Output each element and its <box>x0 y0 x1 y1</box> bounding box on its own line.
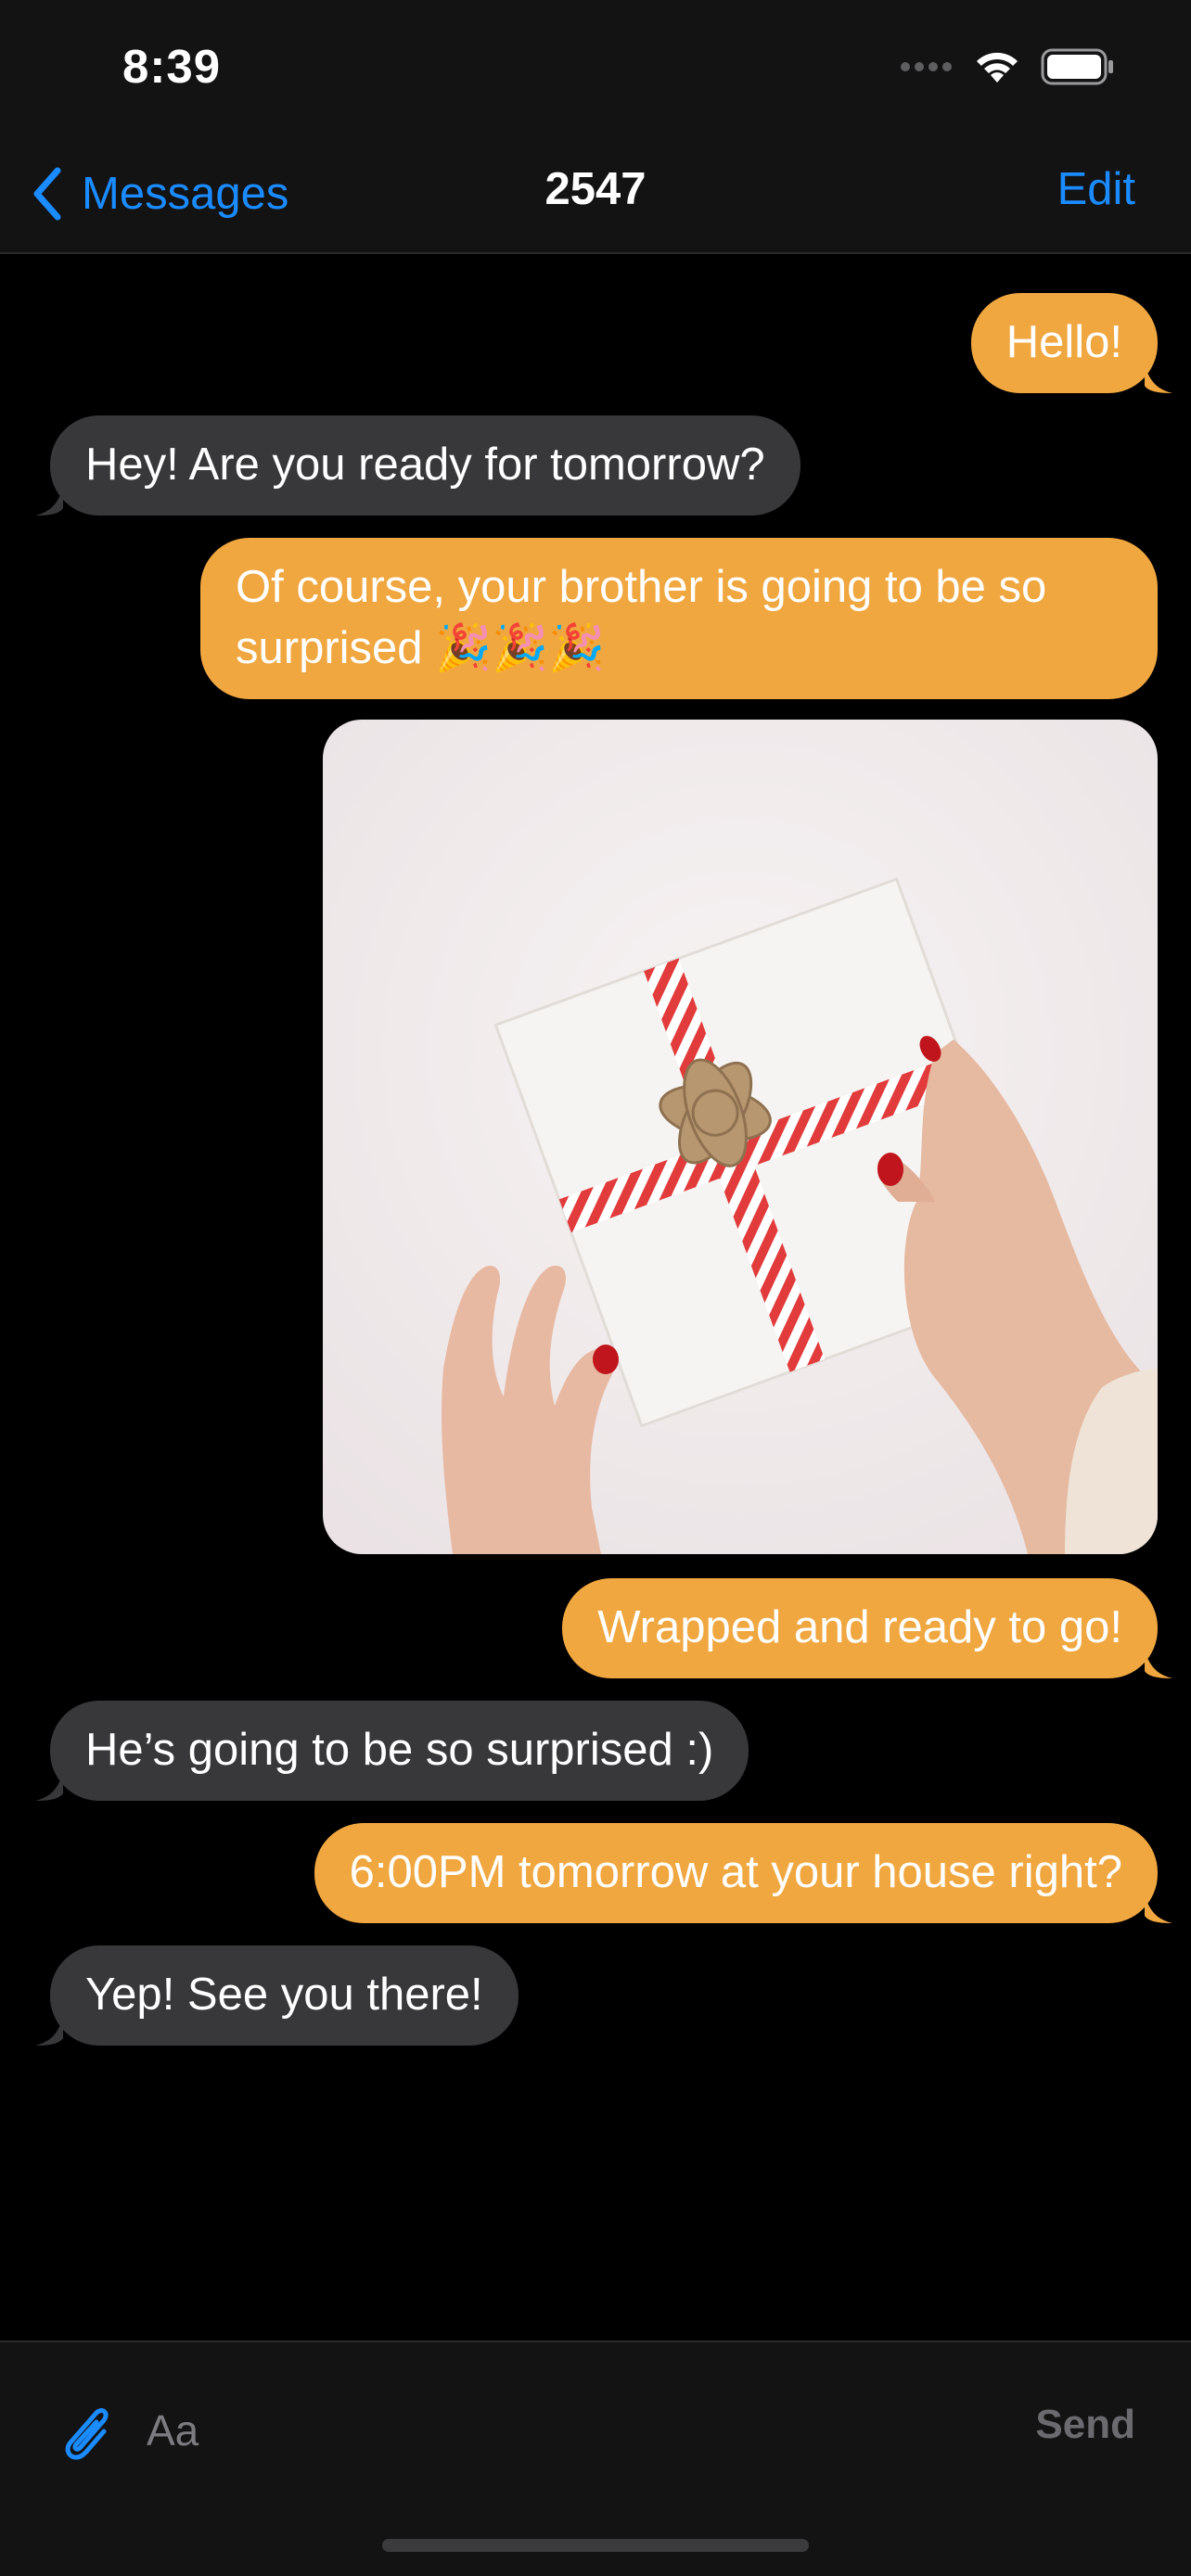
bubble-tail <box>35 2018 63 2046</box>
message-bubble-outgoing[interactable]: 6:00PM tomorrow at your house right? <box>314 1823 1172 1923</box>
message-bubble-outgoing[interactable]: Wrapped and ready to go! <box>562 1578 1172 1678</box>
message-input[interactable] <box>145 2392 983 2468</box>
send-button[interactable]: Send <box>1035 2402 1135 2448</box>
message-text: He’s going to be so surprised :) <box>85 1725 714 1775</box>
message-bubble-incoming[interactable]: Yep! See you there! <box>35 1945 519 2046</box>
home-indicator <box>382 2539 809 2552</box>
message-text: 6:00PM tomorrow at your house right? <box>349 1847 1122 1897</box>
message-bubble-incoming[interactable]: Hey! Are you ready for tomorrow? <box>35 415 800 516</box>
message-bubble-incoming[interactable]: He’s going to be so surprised :) <box>35 1701 749 1801</box>
edit-button[interactable]: Edit <box>1057 163 1135 215</box>
bubble-tail <box>35 488 63 516</box>
message-bubble-outgoing[interactable]: Hello! <box>970 293 1172 393</box>
message-text: Wrapped and ready to go! <box>597 1602 1122 1652</box>
cellular-signal-icon <box>901 62 952 71</box>
bubble-tail <box>1145 365 1172 393</box>
bubble-tail <box>35 1773 63 1801</box>
wifi-icon <box>977 52 1018 83</box>
bubble-tail <box>1145 1651 1172 1678</box>
message-list: Hello! Hey! Are you ready for tomorrow? … <box>0 254 1191 2340</box>
conversation-title: 2547 <box>544 164 647 214</box>
paperclip-icon <box>65 2408 109 2460</box>
gift-photo <box>323 720 1158 1554</box>
message-text: Hello! <box>1005 317 1122 367</box>
message-text: Hey! Are you ready for tomorrow? <box>85 440 765 490</box>
message-text: Yep! See you there! <box>85 1970 483 2020</box>
status-bar: 8:39 <box>0 0 1191 139</box>
nav-bar: Messages 2547 Edit <box>0 139 1191 254</box>
status-icons <box>900 46 1115 87</box>
attach-button[interactable] <box>56 2400 111 2465</box>
message-bubble-outgoing[interactable]: Of course, your brother is going to be s… <box>200 538 1158 699</box>
status-time: 8:39 <box>122 40 222 93</box>
battery-icon <box>1041 48 1113 85</box>
bubble-tail <box>1145 1895 1172 1923</box>
photo-message[interactable] <box>323 720 1158 1554</box>
message-text: Of course, your brother is going to be s… <box>236 562 1047 673</box>
